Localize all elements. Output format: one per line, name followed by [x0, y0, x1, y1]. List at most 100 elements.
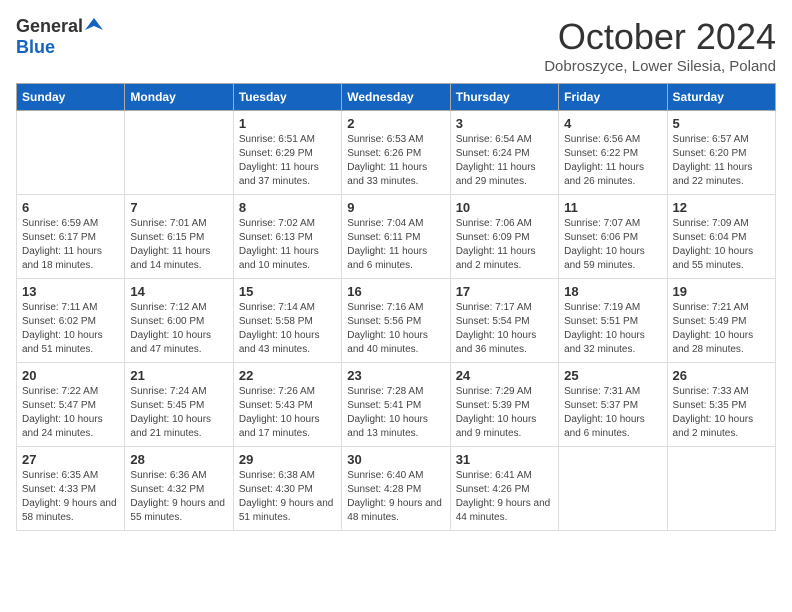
day-number: 21: [130, 368, 227, 383]
calendar-cell: 25Sunrise: 7:31 AMSunset: 5:37 PMDayligh…: [559, 363, 667, 447]
day-detail: Sunrise: 6:35 AMSunset: 4:33 PMDaylight:…: [22, 469, 119, 525]
day-number: 12: [673, 200, 770, 215]
calendar-cell: 8 Sunrise: 7:02 AMSunset: 6:13 PMDaylight…: [233, 195, 341, 279]
day-detail: Sunrise: 7:01 AMSunset: 6:15 PMDaylight:…: [130, 217, 227, 273]
calendar-cell: 7 Sunrise: 7:01 AMSunset: 6:15 PMDaylight…: [125, 195, 233, 279]
calendar-cell: 5 Sunrise: 6:57 AMSunset: 6:20 PMDaylight…: [667, 111, 775, 195]
day-detail: Sunrise: 6:36 AMSunset: 4:32 PMDaylight:…: [130, 469, 227, 525]
calendar-cell: 19 Sunrise: 7:21 AMSunset: 5:49 PMDayligh…: [667, 279, 775, 363]
calendar-cell: [667, 447, 775, 531]
day-detail: Sunrise: 7:28 AMSunset: 5:41 PMDaylight:…: [347, 385, 444, 441]
calendar-cell: 27 Sunrise: 6:35 AMSunset: 4:33 PMDayligh…: [17, 447, 125, 531]
calendar-cell: 30 Sunrise: 6:40 AMSunset: 4:28 PMDayligh…: [342, 447, 450, 531]
day-detail: Sunrise: 7:26 AMSunset: 5:43 PMDaylight:…: [239, 385, 336, 441]
calendar-cell: 22 Sunrise: 7:26 AMSunset: 5:43 PMDayligh…: [233, 363, 341, 447]
day-number: 19: [673, 284, 770, 299]
day-number: 20: [22, 368, 119, 383]
week-row-4: 20Sunrise: 7:22 AMSunset: 5:47 PMDayligh…: [17, 363, 776, 447]
day-detail: Sunrise: 7:04 AMSunset: 6:11 PMDaylight:…: [347, 217, 444, 273]
calendar-cell: 24 Sunrise: 7:29 AMSunset: 5:39 PMDayligh…: [450, 363, 558, 447]
day-detail: Sunrise: 6:38 AMSunset: 4:30 PMDaylight:…: [239, 469, 336, 525]
day-number: 10: [456, 200, 553, 215]
calendar-cell: 11 Sunrise: 7:07 AMSunset: 6:06 PMDayligh…: [559, 195, 667, 279]
day-detail: Sunrise: 7:17 AMSunset: 5:54 PMDaylight:…: [456, 301, 553, 357]
logo: General Blue: [16, 16, 103, 58]
week-row-2: 6 Sunrise: 6:59 AMSunset: 6:17 PMDaylight…: [17, 195, 776, 279]
day-number: 22: [239, 368, 336, 383]
day-number: 7: [130, 200, 227, 215]
day-detail: Sunrise: 6:57 AMSunset: 6:20 PMDaylight:…: [673, 133, 770, 189]
calendar-cell: 9 Sunrise: 7:04 AMSunset: 6:11 PMDaylight…: [342, 195, 450, 279]
day-detail: Sunrise: 7:16 AMSunset: 5:56 PMDaylight:…: [347, 301, 444, 357]
day-number: 9: [347, 200, 444, 215]
day-number: 16: [347, 284, 444, 299]
day-number: 18: [564, 284, 661, 299]
day-number: 13: [22, 284, 119, 299]
day-detail: Sunrise: 7:24 AMSunset: 5:45 PMDaylight:…: [130, 385, 227, 441]
week-row-3: 13 Sunrise: 7:11 AMSunset: 6:02 PMDayligh…: [17, 279, 776, 363]
calendar-cell: 1Sunrise: 6:51 AMSunset: 6:29 PMDaylight…: [233, 111, 341, 195]
month-title: October 2024: [544, 16, 776, 58]
day-detail: Sunrise: 6:41 AMSunset: 4:26 PMDaylight:…: [456, 469, 553, 525]
weekday-header-saturday: Saturday: [667, 84, 775, 111]
calendar-cell: 28 Sunrise: 6:36 AMSunset: 4:32 PMDayligh…: [125, 447, 233, 531]
day-number: 29: [239, 452, 336, 467]
weekday-header-sunday: Sunday: [17, 84, 125, 111]
day-number: 4: [564, 116, 661, 131]
logo-bird-icon: [85, 16, 103, 34]
weekday-header-friday: Friday: [559, 84, 667, 111]
calendar-cell: [559, 447, 667, 531]
day-number: 26: [673, 368, 770, 383]
calendar-cell: 29 Sunrise: 6:38 AMSunset: 4:30 PMDayligh…: [233, 447, 341, 531]
calendar-cell: 4Sunrise: 6:56 AMSunset: 6:22 PMDaylight…: [559, 111, 667, 195]
day-detail: Sunrise: 7:02 AMSunset: 6:13 PMDaylight:…: [239, 217, 336, 273]
day-detail: Sunrise: 7:14 AMSunset: 5:58 PMDaylight:…: [239, 301, 336, 357]
calendar-cell: 31 Sunrise: 6:41 AMSunset: 4:26 PMDayligh…: [450, 447, 558, 531]
day-number: 23: [347, 368, 444, 383]
day-number: 1: [239, 116, 336, 131]
day-detail: Sunrise: 7:29 AMSunset: 5:39 PMDaylight:…: [456, 385, 553, 441]
weekday-header-wednesday: Wednesday: [342, 84, 450, 111]
day-detail: Sunrise: 7:11 AMSunset: 6:02 PMDaylight:…: [22, 301, 119, 357]
week-row-1: 1Sunrise: 6:51 AMSunset: 6:29 PMDaylight…: [17, 111, 776, 195]
day-number: 2: [347, 116, 444, 131]
day-detail: Sunrise: 6:53 AMSunset: 6:26 PMDaylight:…: [347, 133, 444, 189]
header: General Blue October 2024 Dobroszyce, Lo…: [16, 16, 776, 75]
calendar-cell: 3Sunrise: 6:54 AMSunset: 6:24 PMDaylight…: [450, 111, 558, 195]
day-number: 31: [456, 452, 553, 467]
weekday-header-thursday: Thursday: [450, 84, 558, 111]
calendar-cell: [125, 111, 233, 195]
logo-blue: Blue: [16, 37, 55, 58]
calendar-cell: 12 Sunrise: 7:09 AMSunset: 6:04 PMDayligh…: [667, 195, 775, 279]
day-number: 5: [673, 116, 770, 131]
calendar-cell: 17 Sunrise: 7:17 AMSunset: 5:54 PMDayligh…: [450, 279, 558, 363]
day-detail: Sunrise: 6:59 AMSunset: 6:17 PMDaylight:…: [22, 217, 119, 273]
week-row-5: 27 Sunrise: 6:35 AMSunset: 4:33 PMDayligh…: [17, 447, 776, 531]
day-number: 3: [456, 116, 553, 131]
day-detail: Sunrise: 7:07 AMSunset: 6:06 PMDaylight:…: [564, 217, 661, 273]
calendar-cell: 6 Sunrise: 6:59 AMSunset: 6:17 PMDaylight…: [17, 195, 125, 279]
weekday-header-row: SundayMondayTuesdayWednesdayThursdayFrid…: [17, 84, 776, 111]
calendar-cell: 23 Sunrise: 7:28 AMSunset: 5:41 PMDayligh…: [342, 363, 450, 447]
calendar-cell: 21 Sunrise: 7:24 AMSunset: 5:45 PMDayligh…: [125, 363, 233, 447]
day-number: 28: [130, 452, 227, 467]
day-number: 27: [22, 452, 119, 467]
day-number: 30: [347, 452, 444, 467]
day-number: 24: [456, 368, 553, 383]
weekday-header-tuesday: Tuesday: [233, 84, 341, 111]
day-number: 6: [22, 200, 119, 215]
calendar-cell: 16 Sunrise: 7:16 AMSunset: 5:56 PMDayligh…: [342, 279, 450, 363]
day-number: 11: [564, 200, 661, 215]
day-number: 17: [456, 284, 553, 299]
day-detail: Sunrise: 6:40 AMSunset: 4:28 PMDaylight:…: [347, 469, 444, 525]
day-detail: Sunrise: 7:09 AMSunset: 6:04 PMDaylight:…: [673, 217, 770, 273]
day-number: 25: [564, 368, 661, 383]
weekday-header-monday: Monday: [125, 84, 233, 111]
calendar-cell: 20Sunrise: 7:22 AMSunset: 5:47 PMDayligh…: [17, 363, 125, 447]
day-number: 15: [239, 284, 336, 299]
day-number: 8: [239, 200, 336, 215]
day-detail: Sunrise: 7:12 AMSunset: 6:00 PMDaylight:…: [130, 301, 227, 357]
calendar-table: SundayMondayTuesdayWednesdayThursdayFrid…: [16, 83, 776, 531]
day-detail: Sunrise: 7:21 AMSunset: 5:49 PMDaylight:…: [673, 301, 770, 357]
day-detail: Sunrise: 7:06 AMSunset: 6:09 PMDaylight:…: [456, 217, 553, 273]
